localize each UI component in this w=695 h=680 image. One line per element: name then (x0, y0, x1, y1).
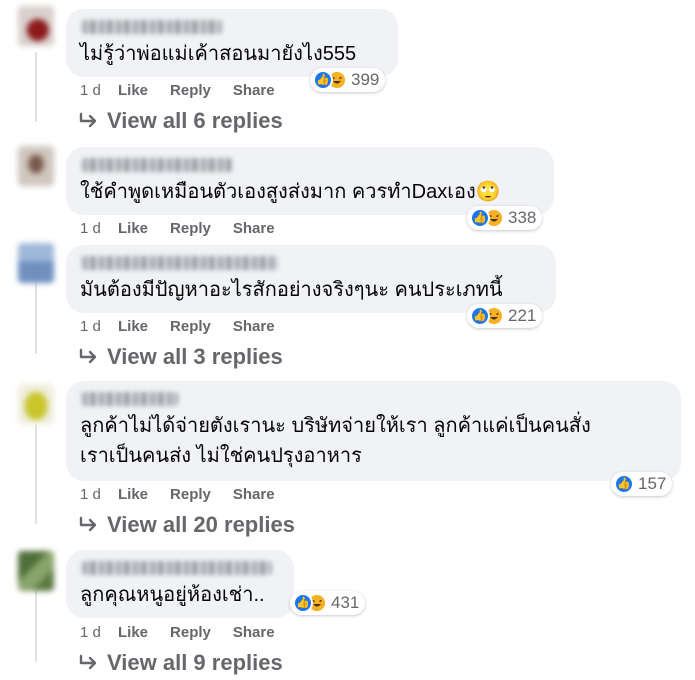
like-icon: 👍 (293, 593, 313, 613)
share-button[interactable]: Share (233, 486, 275, 503)
avatar[interactable] (18, 384, 54, 424)
commenter-name[interactable] (82, 561, 272, 575)
reaction-count: 157 (638, 474, 667, 493)
reaction-count: 221 (508, 306, 537, 325)
comment-actions: 1 d Like Reply Share (80, 80, 297, 100)
comment-bubble: ลูกค้าไม่ได้จ่ายตังเรานะ บริษัทจ่ายให้เร… (66, 381, 681, 481)
avatar[interactable] (18, 243, 54, 283)
reaction-summary[interactable]: 👍 431 (290, 591, 366, 615)
avatar[interactable] (18, 146, 54, 186)
reply-button[interactable]: Reply (170, 486, 211, 503)
timestamp[interactable]: 1 d (80, 318, 118, 335)
commenter-name[interactable] (82, 392, 178, 406)
comment-bubble: ไม่รู้ว่าพ่อแม่เค้าสอนมายังไง555 (66, 9, 398, 77)
commenter-name[interactable] (82, 20, 222, 34)
reaction-summary[interactable]: 👍 399 (310, 68, 386, 92)
share-button[interactable]: Share (233, 82, 275, 99)
like-button[interactable]: Like (118, 220, 148, 237)
comment-text-line: ลูกค้าไม่ได้จ่ายตังเรานะ บริษัทจ่ายให้เร… (80, 415, 591, 437)
commenter-name[interactable] (82, 158, 232, 172)
like-button[interactable]: Like (118, 624, 148, 641)
reply-arrow-icon (79, 516, 97, 532)
like-button[interactable]: Like (118, 318, 148, 335)
reaction-summary[interactable]: 👍 221 (467, 304, 543, 328)
comment-actions: 1 d Like Reply Share (80, 316, 297, 336)
share-button[interactable]: Share (233, 220, 275, 237)
share-button[interactable]: Share (233, 624, 275, 641)
like-icon: 👍 (470, 306, 490, 326)
view-replies-link[interactable]: View all 6 replies (78, 108, 283, 134)
view-replies-link[interactable]: View all 9 replies (78, 650, 283, 676)
view-replies-label: View all 3 replies (107, 344, 283, 369)
timestamp[interactable]: 1 d (80, 486, 118, 503)
view-replies-link[interactable]: View all 20 replies (78, 512, 295, 538)
like-icon: 👍 (614, 474, 634, 494)
avatar[interactable] (18, 551, 54, 591)
comment-text: ลูกคุณหนูอยู่ห้องเช่า.. (80, 584, 265, 606)
reply-arrow-icon (79, 112, 97, 128)
reaction-count: 399 (351, 70, 380, 89)
like-button[interactable]: Like (118, 486, 148, 503)
view-replies-link[interactable]: View all 3 replies (78, 344, 283, 370)
reaction-summary[interactable]: 👍 157 (611, 472, 673, 496)
reply-button[interactable]: Reply (170, 82, 211, 99)
view-replies-label: View all 9 replies (107, 650, 283, 675)
view-replies-label: View all 6 replies (107, 108, 283, 133)
timestamp[interactable]: 1 d (80, 220, 118, 237)
comment-bubble: ใช้คำพูดเหมือนตัวเองสูงส่งมาก ควรทำDaxเอ… (66, 147, 554, 215)
avatar[interactable] (18, 6, 54, 46)
reply-button[interactable]: Reply (170, 220, 211, 237)
thread-connector (35, 590, 37, 662)
comment-actions: 1 d Like Reply Share (80, 622, 297, 642)
reply-arrow-icon (79, 654, 97, 670)
thread-connector (35, 52, 37, 122)
reply-button[interactable]: Reply (170, 624, 211, 641)
comment-text-line: เราเป็นคนส่ง ไม่ใช่คนปรุงอาหาร (80, 445, 362, 467)
like-icon: 👍 (313, 70, 333, 90)
comment-text: มันต้องมีปัญหาอะไรสักอย่างจริงๆนะ คนประเ… (80, 279, 503, 301)
share-button[interactable]: Share (233, 318, 275, 335)
comment-text: ใช้คำพูดเหมือนตัวเองสูงส่งมาก ควรทำDaxเอ… (80, 181, 501, 203)
view-replies-label: View all 20 replies (107, 512, 295, 537)
comment-text: ลูกค้าไม่ได้จ่ายตังเรานะ บริษัทจ่ายให้เร… (80, 411, 591, 471)
comment-actions: 1 d Like Reply Share (80, 484, 297, 504)
reaction-count: 431 (331, 593, 360, 612)
commenter-name[interactable] (82, 256, 278, 270)
reply-arrow-icon (79, 348, 97, 364)
comment-bubble: มันต้องมีปัญหาอะไรสักอย่างจริงๆนะ คนประเ… (66, 245, 556, 313)
reaction-count: 338 (508, 208, 537, 227)
comment-actions: 1 d Like Reply Share (80, 218, 297, 238)
timestamp[interactable]: 1 d (80, 82, 118, 99)
like-icon: 👍 (470, 208, 490, 228)
reply-button[interactable]: Reply (170, 318, 211, 335)
reaction-summary[interactable]: 👍 338 (467, 206, 543, 230)
comment-bubble: ลูกคุณหนูอยู่ห้องเช่า.. (66, 550, 294, 618)
thread-connector (35, 282, 37, 354)
comment-text: ไม่รู้ว่าพ่อแม่เค้าสอนมายังไง555 (80, 43, 357, 65)
thread-connector (35, 424, 37, 524)
like-button[interactable]: Like (118, 82, 148, 99)
timestamp[interactable]: 1 d (80, 624, 118, 641)
